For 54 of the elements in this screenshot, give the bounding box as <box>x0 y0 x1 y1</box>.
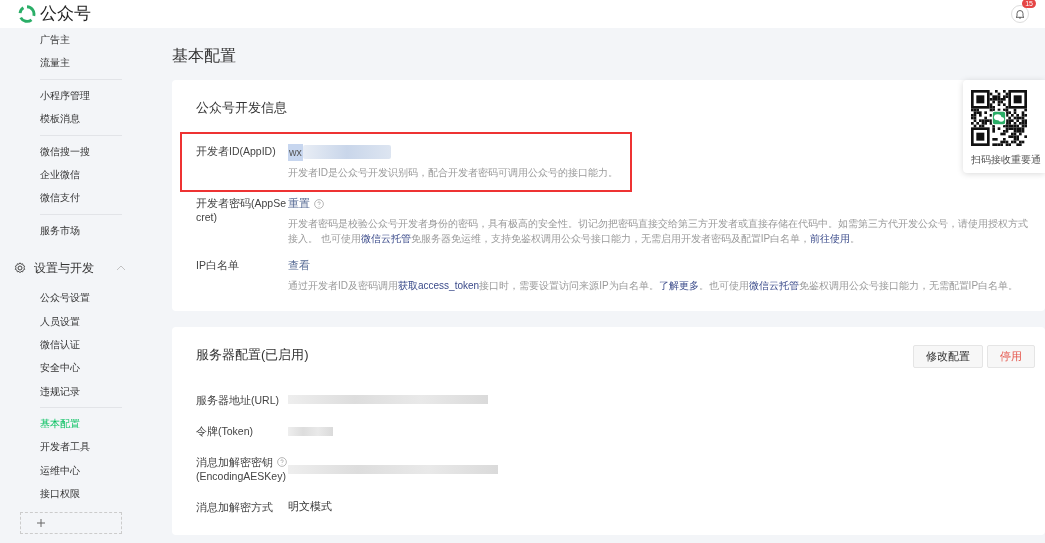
sidebar-item[interactable]: 服务市场 <box>40 218 150 243</box>
sidebar-item[interactable]: 人员设置 <box>40 309 150 333</box>
help-link[interactable]: 获取access_token <box>398 279 480 291</box>
notification-button[interactable] <box>1011 5 1029 23</box>
sidebar-item[interactable]: 接口权限 <box>40 482 150 506</box>
field-sublabel: (EncodingAESKey) <box>196 469 287 484</box>
app-title: 公众号 <box>40 3 91 26</box>
field-label: 开发者密码(AppSecret) <box>196 196 288 226</box>
qr-code <box>971 90 1027 146</box>
field-label: 消息加解密密钥 <box>196 455 273 470</box>
help-text: 开发者ID是公众号开发识别码，配合开发者密码可调用公众号的接口能力。 <box>288 166 618 181</box>
help-text: 通过开发者ID及密码调用获取access_token接口时，需要设置访问来源IP为白名单。了解更多。也可使用微信云托管免鉴权调用公众号接口能力，无需配置IP白名单。 <box>288 278 1020 293</box>
sidebar-item[interactable]: 公众号设置 <box>40 286 150 310</box>
qr-caption: 扫码接收重要通 <box>971 153 1041 167</box>
section-title: 公众号开发信息 <box>196 99 288 117</box>
sidebar-item[interactable]: 小程序管理 <box>40 83 150 108</box>
field-label: IP白名单 <box>196 258 240 273</box>
bell-icon <box>1015 9 1025 19</box>
sidebar-item[interactable]: 广告主 <box>40 28 150 52</box>
sidebar-item[interactable]: 企业微信 <box>40 162 150 187</box>
sidebar-item[interactable]: 安全中心 <box>40 356 150 380</box>
field-value: 明文模式 <box>288 500 332 513</box>
add-feature-button[interactable] <box>20 511 122 534</box>
action-link[interactable]: 重置 <box>288 196 310 212</box>
field-label: 令牌(Token) <box>196 424 253 439</box>
gear-icon <box>14 262 26 275</box>
sidebar-item[interactable]: 微信支付 <box>40 186 150 210</box>
field-label: 服务器地址(URL) <box>196 392 279 407</box>
page-title: 基本配置 <box>172 46 237 66</box>
plus-icon <box>37 518 45 527</box>
help-link[interactable]: 微信云托管 <box>748 279 799 291</box>
field-label: 开发者ID(AppID) <box>196 143 277 159</box>
help-icon[interactable] <box>314 199 324 210</box>
app-id-value: wx <box>288 143 303 162</box>
sidebar-item[interactable]: 模板消息 <box>40 107 150 131</box>
field-label: 消息加解密方式 <box>196 500 273 515</box>
sidebar-item[interactable]: 运维中心 <box>40 458 150 483</box>
sidebar-item[interactable]: 流量主 <box>40 51 150 75</box>
help-link[interactable]: 前往使用 <box>810 233 851 244</box>
sidebar-item[interactable]: 微信认证 <box>40 332 150 357</box>
edit-config-button[interactable]: 修改配置 <box>913 344 983 368</box>
logo-icon <box>18 5 36 23</box>
chevron-icon <box>116 265 126 272</box>
section-title: 服务器配置(已启用) <box>196 345 309 364</box>
sidebar-item[interactable]: 微信搜一搜 <box>40 139 150 163</box>
action-link[interactable]: 查看 <box>288 258 310 274</box>
sidebar-item[interactable]: 开发者工具 <box>40 435 150 459</box>
help-text: 开发者密码是校验公众号开发者身份的密码，具有极高的安全性。切记勿把密码直接交给第三方开发者或直接存储在代码中。如需第三方代开发公众号，请使用授权方式接入。 也可使用微信云托管免服务器免运维，支持免鉴权调用公众号接口能力，无需启用开发者密码及配置IP白名单，前往使用。 <box>288 217 1029 246</box>
help-icon[interactable] <box>277 457 287 468</box>
disable-button[interactable]: 停用 <box>987 344 1035 368</box>
help-link[interactable]: 微信云托管 <box>360 233 411 244</box>
help-link[interactable]: 了解更多 <box>658 279 699 291</box>
sidebar-section[interactable]: 设置与开发 <box>14 256 150 281</box>
sidebar-item[interactable]: 违规记录 <box>40 379 150 404</box>
